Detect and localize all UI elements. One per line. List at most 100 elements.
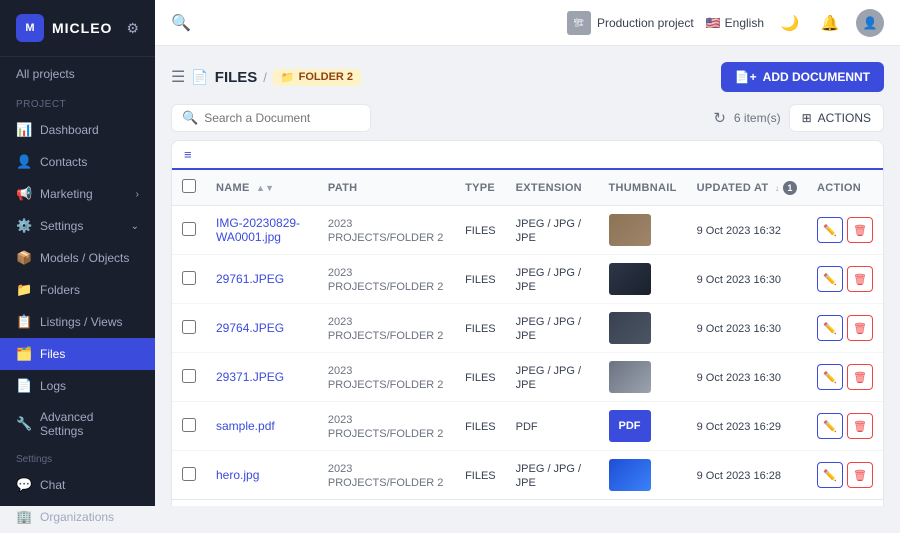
sidebar-item-models[interactable]: 📦 Models / Objects [0, 242, 155, 274]
action-buttons: ✏️ 🗑 [817, 266, 873, 292]
add-document-button[interactable]: 📄+ ADD DOCUMENNT [721, 62, 884, 92]
file-name-link[interactable]: 29761.JPEG [216, 272, 284, 286]
th-thumbnail: THUMBNAIL [599, 170, 687, 206]
sidebar-item-logs[interactable]: 📄 Logs [0, 370, 155, 402]
updated-at-text: 9 Oct 2023 16:30 [697, 274, 781, 286]
sidebar-all-projects[interactable]: All projects [0, 57, 155, 91]
cell-path: 2023 PROJECTS/FOLDER 2 [318, 402, 455, 451]
cell-path: 2023 PROJECTS/FOLDER 2 [318, 451, 455, 500]
th-path: PATH [318, 170, 455, 206]
sidebar-item-label: Listings / Views [40, 315, 122, 329]
table-row: 29761.JPEG 2023 PROJECTS/FOLDER 2 FILES … [172, 255, 883, 304]
cell-extension: PDF [506, 402, 599, 451]
file-name-link[interactable]: 29371.JPEG [216, 370, 284, 384]
sidebar-item-dashboard[interactable]: 📊 Dashboard [0, 114, 155, 146]
flag-icon: 🇺🇸 [706, 16, 721, 30]
sort-icon-name: ▲▼ [256, 183, 274, 193]
table-body: IMG-20230829-WA0001.jpg 2023 PROJECTS/FO… [172, 206, 883, 500]
sidebar-item-folders[interactable]: 📁 Folders [0, 274, 155, 306]
refresh-button[interactable]: ↻ [713, 109, 726, 127]
row-checkbox[interactable] [182, 320, 196, 334]
cell-thumbnail [599, 206, 687, 255]
sidebar-item-advanced[interactable]: 🔧 Advanced Settings [0, 402, 155, 446]
row-checkbox[interactable] [182, 271, 196, 285]
edit-button[interactable]: ✏️ [817, 266, 843, 292]
sidebar-item-listings[interactable]: 📋 Listings / Views [0, 306, 155, 338]
language-selector[interactable]: 🇺🇸 English [706, 16, 764, 30]
chat-icon: 💬 [16, 477, 32, 493]
folders-icon: 📁 [16, 282, 32, 298]
select-all-checkbox[interactable] [182, 179, 196, 193]
page-content: ☰ 📄 FILES / 📁 FOLDER 2 📄+ ADD DOCUMENNT … [155, 46, 900, 506]
project-selector[interactable]: 🏗 Production project [567, 11, 694, 35]
edit-button[interactable]: ✏️ [817, 413, 843, 439]
logo-icon: M [16, 14, 44, 42]
row-checkbox[interactable] [182, 369, 196, 383]
extension-text: JPEG / JPG / JPE [516, 267, 581, 293]
table-footer: Rows per page: All 10 25 1-6 of 6 ‹ › [172, 499, 883, 506]
th-extension: EXTENSION [506, 170, 599, 206]
file-name-link[interactable]: 29764.JPEG [216, 321, 284, 335]
row-checkbox[interactable] [182, 467, 196, 481]
cell-name: IMG-20230829-WA0001.jpg [206, 206, 318, 255]
type-text: FILES [465, 421, 496, 433]
cell-name: 29761.JPEG [206, 255, 318, 304]
table-row: 29764.JPEG 2023 PROJECTS/FOLDER 2 FILES … [172, 304, 883, 353]
thumbnail-pdf: PDF [609, 410, 651, 442]
cell-checkbox [172, 304, 206, 353]
breadcrumb-folder[interactable]: 📁 FOLDER 2 [273, 69, 361, 86]
edit-button[interactable]: ✏️ [817, 315, 843, 341]
file-name-link[interactable]: sample.pdf [216, 419, 275, 433]
breadcrumb: ☰ 📄 FILES / 📁 FOLDER 2 [171, 67, 361, 87]
cell-checkbox [172, 451, 206, 500]
search-box: 🔍 [171, 104, 371, 132]
sidebar-item-marketing[interactable]: 📢 Marketing › [0, 178, 155, 210]
table-row: sample.pdf 2023 PROJECTS/FOLDER 2 FILES … [172, 402, 883, 451]
cell-name: sample.pdf [206, 402, 318, 451]
sidebar-item-label: Models / Objects [40, 251, 129, 265]
edit-button[interactable]: ✏️ [817, 462, 843, 488]
file-name-link[interactable]: IMG-20230829-WA0001.jpg [216, 216, 300, 244]
search-icon[interactable]: 🔍 [171, 13, 191, 33]
sidebar-item-contacts[interactable]: 👤 Contacts [0, 146, 155, 178]
sidebar-item-label: Organizations [40, 510, 114, 524]
language-label: English [725, 16, 764, 30]
user-avatar[interactable]: 👤 [856, 9, 884, 37]
breadcrumb-separator: / [263, 70, 267, 85]
sort-icon-updated: ↓ [775, 183, 780, 193]
delete-button[interactable]: 🗑 [847, 413, 873, 439]
cell-updated-at: 9 Oct 2023 16:32 [687, 206, 807, 255]
file-name-link[interactable]: hero.jpg [216, 468, 259, 482]
row-checkbox[interactable] [182, 418, 196, 432]
sidebar-item-label: Chat [40, 478, 65, 492]
sidebar-item-files[interactable]: 🗂️ Files [0, 338, 155, 370]
files-icon: 🗂️ [16, 346, 32, 362]
hamburger-icon[interactable]: ☰ [171, 67, 185, 87]
sidebar-item-chat[interactable]: 💬 Chat [0, 469, 155, 501]
search-input[interactable] [204, 111, 360, 125]
bell-icon[interactable]: 🔔 [816, 9, 844, 37]
edit-button[interactable]: ✏️ [817, 364, 843, 390]
item-count: 6 item(s) [734, 111, 781, 125]
delete-button[interactable]: 🗑 [847, 315, 873, 341]
delete-button[interactable]: 🗑 [847, 266, 873, 292]
filter-icon[interactable]: ≡ [184, 141, 192, 168]
th-type: TYPE [455, 170, 506, 206]
cell-extension: JPEG / JPG / JPE [506, 206, 599, 255]
delete-button[interactable]: 🗑 [847, 217, 873, 243]
type-text: FILES [465, 372, 496, 384]
row-checkbox[interactable] [182, 222, 196, 236]
moon-icon[interactable]: 🌙 [776, 9, 804, 37]
actions-button[interactable]: ⊞ ACTIONS [789, 104, 884, 132]
thumbnail-image [609, 214, 651, 246]
logs-icon: 📄 [16, 378, 32, 394]
cell-path: 2023 PROJECTS/FOLDER 2 [318, 206, 455, 255]
delete-button[interactable]: 🗑 [847, 364, 873, 390]
settings-icon[interactable]: ⚙ [126, 20, 139, 37]
edit-button[interactable]: ✏️ [817, 217, 843, 243]
extension-text: JPEG / JPG / JPE [516, 463, 581, 489]
files-table: NAME ▲▼ PATH TYPE EXTENSION THUMBNAIL UP… [172, 170, 883, 499]
sidebar-item-settings[interactable]: ⚙️ Settings ⌄ [0, 210, 155, 242]
topbar: 🔍 🏗 Production project 🇺🇸 English 🌙 🔔 👤 [155, 0, 900, 46]
delete-button[interactable]: 🗑 [847, 462, 873, 488]
